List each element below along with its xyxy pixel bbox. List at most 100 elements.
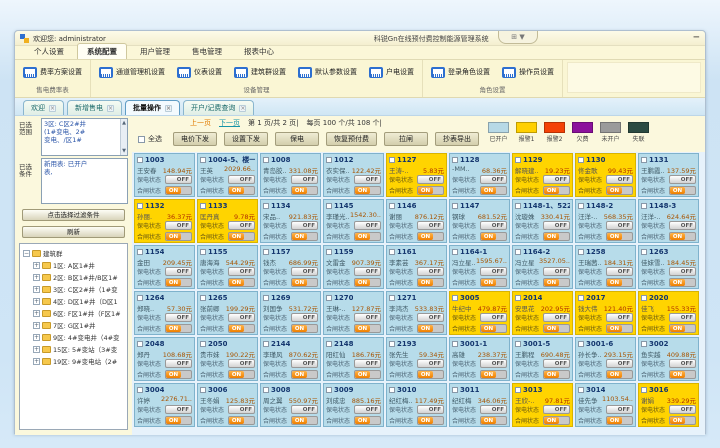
room-card[interactable]: 1154金田209.45元保电状态OFF合闸状态ON: [134, 245, 195, 289]
switch-toggle[interactable]: ON: [606, 186, 633, 195]
power-keep-toggle[interactable]: OFF: [354, 313, 381, 322]
power-keep-toggle[interactable]: OFF: [669, 267, 696, 276]
room-card[interactable]: 2050贵市妹190.22元保电状态OFF合闸状态ON: [197, 337, 258, 381]
room-checkbox[interactable]: [578, 341, 584, 347]
room-checkbox[interactable]: [452, 249, 458, 255]
power-keep-toggle[interactable]: OFF: [606, 359, 633, 368]
expand-icon[interactable]: +: [33, 286, 40, 293]
tree-item[interactable]: +19区: 9#变电站（2#: [33, 355, 127, 367]
power-keep-toggle[interactable]: OFF: [354, 405, 381, 414]
next-page-link[interactable]: 下一页: [219, 118, 240, 128]
ribbon-button-仪表设置[interactable]: 仪表设置: [177, 67, 222, 78]
tree-item[interactable]: +4区: D区1#井（D区1: [33, 295, 127, 307]
room-card[interactable]: 1161李素芸367.17元保电状态OFF合闸状态ON: [386, 245, 447, 289]
power-keep-toggle[interactable]: OFF: [606, 267, 633, 276]
switch-toggle[interactable]: ON: [480, 278, 507, 287]
switch-toggle[interactable]: ON: [228, 278, 255, 287]
switch-toggle[interactable]: ON: [291, 278, 318, 287]
power-keep-toggle[interactable]: OFF: [480, 267, 507, 276]
room-checkbox[interactable]: [263, 341, 269, 347]
tab-新增售电[interactable]: 新增售电×: [67, 100, 122, 115]
expand-icon[interactable]: +: [33, 346, 40, 353]
room-card[interactable]: 2148阳红仙186.76元保电状态OFF合闸状态ON: [323, 337, 384, 381]
room-card[interactable]: 3001-6孙长争..293.15元保电状态OFF合闸状态ON: [575, 337, 636, 381]
action-button-保电[interactable]: 保电: [275, 132, 319, 146]
power-keep-toggle[interactable]: OFF: [543, 175, 570, 184]
switch-toggle[interactable]: ON: [669, 324, 696, 333]
action-button-抄表导出[interactable]: 抄表导出: [435, 132, 479, 146]
tree-item[interactable]: +7区: G区1#井: [33, 319, 127, 331]
room-card[interactable]: 3013王欣-..97.81元保电状态OFF合闸状态ON: [512, 383, 573, 427]
room-card[interactable]: 1147钢球681.52元保电状态OFF合闸状态ON: [449, 199, 510, 243]
power-keep-toggle[interactable]: OFF: [354, 267, 381, 276]
room-checkbox[interactable]: [515, 387, 521, 393]
power-keep-toggle[interactable]: OFF: [291, 313, 318, 322]
room-card[interactable]: 3011纪红梅346.06元保电状态OFF合闸状态ON: [449, 383, 510, 427]
room-checkbox[interactable]: [137, 157, 143, 163]
select-all-checkbox[interactable]: [138, 136, 145, 143]
room-checkbox[interactable]: [641, 249, 647, 255]
room-card[interactable]: 1148-1、522沈璇姝330.41元保电状态OFF合闸状态ON: [512, 199, 573, 243]
ribbon-button-操作员设置[interactable]: 操作员设置: [502, 67, 554, 78]
room-checkbox[interactable]: [641, 203, 647, 209]
room-card[interactable]: 1012衣实保..122.42元保电状态OFF合闸状态ON: [323, 153, 384, 197]
switch-toggle[interactable]: ON: [228, 324, 255, 333]
tree-item[interactable]: +2区: B区1#井/B区1#: [33, 271, 127, 283]
select-all[interactable]: 全选: [138, 134, 162, 144]
menu-item-售电管理[interactable]: 售电管理: [183, 44, 231, 59]
switch-toggle[interactable]: ON: [543, 278, 570, 287]
power-keep-toggle[interactable]: OFF: [165, 175, 192, 184]
room-card[interactable]: 3010纪红梅..117.49元保电状态OFF合闸状态ON: [386, 383, 447, 427]
switch-toggle[interactable]: ON: [669, 232, 696, 241]
room-checkbox[interactable]: [452, 387, 458, 393]
room-checkbox[interactable]: [137, 203, 143, 209]
room-card[interactable]: 2144李瑾风870.62元保电状态OFF合闸状态ON: [260, 337, 321, 381]
power-keep-toggle[interactable]: OFF: [606, 221, 633, 230]
power-keep-toggle[interactable]: OFF: [291, 359, 318, 368]
room-card[interactable]: 3009刘成忠885.16元保电状态OFF合闸状态ON: [323, 383, 384, 427]
expand-icon[interactable]: +: [33, 334, 40, 341]
switch-toggle[interactable]: ON: [354, 232, 381, 241]
room-checkbox[interactable]: [515, 157, 521, 163]
room-card[interactable]: 2014安思花202.95元保电状态OFF合闸状态ON: [512, 291, 573, 335]
room-checkbox[interactable]: [389, 295, 395, 301]
power-keep-toggle[interactable]: OFF: [480, 359, 507, 368]
room-checkbox[interactable]: [200, 203, 206, 209]
power-keep-toggle[interactable]: OFF: [228, 221, 255, 230]
switch-toggle[interactable]: ON: [165, 416, 192, 425]
selected-range-listbox[interactable]: ▲▼ 3区: C区2#井(1#变电、2#变电、/区1#: [41, 118, 128, 156]
room-checkbox[interactable]: [389, 387, 395, 393]
menu-item-个人设置[interactable]: 个人设置: [25, 44, 73, 59]
switch-toggle[interactable]: ON: [228, 232, 255, 241]
room-checkbox[interactable]: [389, 249, 395, 255]
power-keep-toggle[interactable]: OFF: [669, 405, 696, 414]
room-checkbox[interactable]: [452, 203, 458, 209]
switch-toggle[interactable]: ON: [480, 232, 507, 241]
menu-item-用户管理[interactable]: 用户管理: [131, 44, 179, 59]
switch-toggle[interactable]: ON: [606, 324, 633, 333]
switch-toggle[interactable]: ON: [543, 416, 570, 425]
room-checkbox[interactable]: [263, 249, 269, 255]
room-checkbox[interactable]: [263, 387, 269, 393]
room-card[interactable]: 1159文雷金907.39元保电状态OFF合闸状态ON: [323, 245, 384, 289]
power-keep-toggle[interactable]: OFF: [291, 267, 318, 276]
switch-toggle[interactable]: ON: [354, 324, 381, 333]
switch-toggle[interactable]: ON: [165, 186, 192, 195]
tab-close-icon[interactable]: ×: [165, 105, 172, 112]
switch-toggle[interactable]: ON: [417, 186, 444, 195]
room-card[interactable]: 2048郑丹108.68元保电状态OFF合闸状态ON: [134, 337, 195, 381]
power-keep-toggle[interactable]: OFF: [417, 175, 444, 184]
switch-toggle[interactable]: ON: [669, 186, 696, 195]
room-checkbox[interactable]: [641, 157, 647, 163]
switch-toggle[interactable]: ON: [480, 324, 507, 333]
switch-toggle[interactable]: ON: [669, 370, 696, 379]
room-card[interactable]: 3001-1高雄238.37元保电状态OFF合闸状态ON: [449, 337, 510, 381]
tab-开户/记费查询[interactable]: 开户/记费查询×: [183, 100, 254, 115]
room-checkbox[interactable]: [515, 203, 521, 209]
switch-toggle[interactable]: ON: [354, 186, 381, 195]
room-checkbox[interactable]: [578, 157, 584, 163]
power-keep-toggle[interactable]: OFF: [291, 405, 318, 414]
switch-toggle[interactable]: ON: [669, 278, 696, 287]
expand-icon[interactable]: +: [33, 274, 40, 281]
room-card[interactable]: 1008青岛胶..331.08元保电状态OFF合闸状态ON: [260, 153, 321, 197]
